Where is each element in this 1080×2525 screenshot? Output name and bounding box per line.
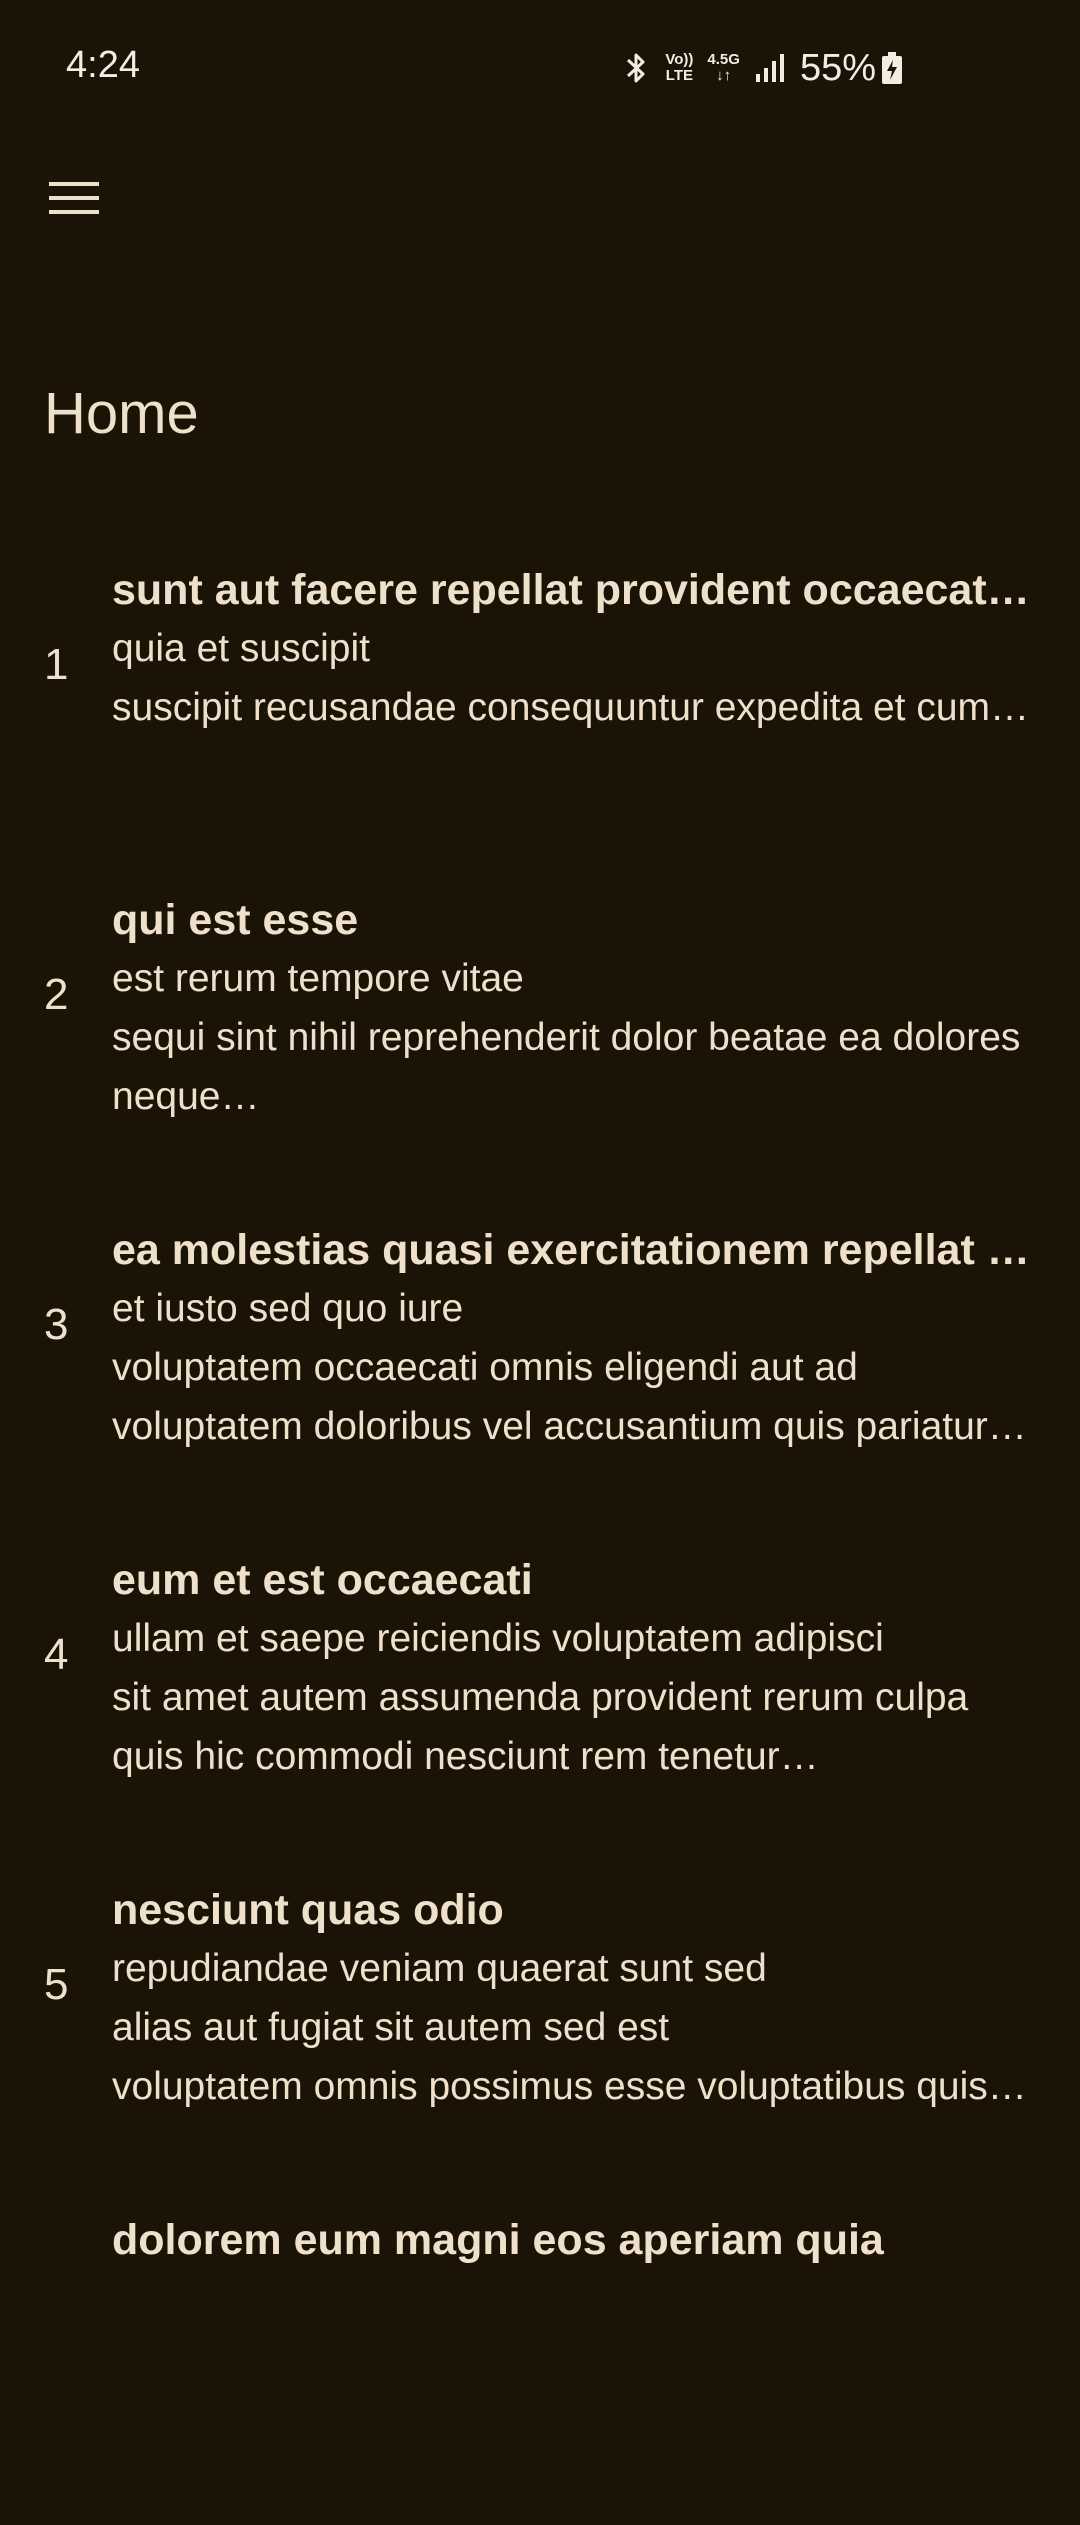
battery-percent: 55% [799, 46, 876, 89]
list-item[interactable]: 5 nesciunt quas odio repudiandae veniam … [0, 1865, 1080, 2195]
item-title: dolorem eum magni eos aperiam quia [112, 2216, 884, 2264]
status-bar: 4:24 Vo)) LTE 4.5G ↓↑ 55% [0, 0, 1080, 135]
item-content: qui est esse est rerum tempore vitae seq… [112, 891, 1032, 1126]
item-content: eum et est occaecati ullam et saepe reic… [112, 1551, 1032, 1786]
list-item[interactable]: 1 sunt aut facere repellat provident occ… [0, 545, 1080, 875]
signal-icon [755, 54, 784, 82]
item-title: eum et est occaecati [112, 1556, 533, 1604]
battery-charging-icon [882, 52, 902, 84]
page-title: Home [44, 381, 199, 446]
item-body: ullam et saepe reiciendis voluptatem adi… [112, 1617, 969, 1778]
volte-icon: Vo)) LTE [665, 51, 694, 84]
list-item[interactable]: dolorem eum magni eos aperiam quia [0, 2195, 1080, 2525]
item-index: 5 [44, 1960, 69, 2009]
status-icons: Vo)) LTE 4.5G ↓↑ 55% [621, 44, 904, 92]
item-index: 1 [44, 640, 69, 689]
data-arrows-icon: 4.5G ↓↑ [707, 51, 740, 84]
item-title: sunt aut facere repellat provident occae… [112, 566, 1032, 614]
list-item[interactable]: 4 eum et est occaecati ullam et saepe re… [0, 1535, 1080, 1865]
hamburger-menu-icon [49, 182, 99, 214]
item-index: 2 [44, 970, 69, 1019]
bluetooth-icon [627, 53, 645, 83]
list-item[interactable]: 3 ea molestias quasi exercitationem repe… [0, 1205, 1080, 1535]
item-content: ea molestias quasi exercitationem repell… [112, 1221, 1032, 1456]
item-body: repudiandae veniam quaerat sunt sed alia… [112, 1947, 1027, 2108]
item-content: sunt aut facere repellat provident occae… [112, 561, 1032, 737]
item-title: nesciunt quas odio [112, 1886, 504, 1934]
item-body: et iusto sed quo iure voluptatem occaeca… [112, 1287, 1027, 1448]
list-item[interactable]: 2 qui est esse est rerum tempore vitae s… [0, 875, 1080, 1205]
item-index: 4 [44, 1630, 69, 1679]
item-title: qui est esse [112, 896, 359, 944]
item-body: quia et suscipit suscipit recusandae con… [112, 627, 1030, 729]
item-body: est rerum tempore vitae sequi sint nihil… [112, 957, 1021, 1118]
post-list: 1 sunt aut facere repellat provident occ… [0, 545, 1080, 2525]
item-index: 3 [44, 1300, 69, 1349]
menu-button[interactable] [44, 168, 104, 228]
item-content: dolorem eum magni eos aperiam quia [112, 2211, 1032, 2269]
status-time: 4:24 [66, 44, 140, 86]
item-title: ea molestias quasi exercitationem repell… [112, 1226, 1032, 1274]
item-content: nesciunt quas odio repudiandae veniam qu… [112, 1881, 1032, 2116]
